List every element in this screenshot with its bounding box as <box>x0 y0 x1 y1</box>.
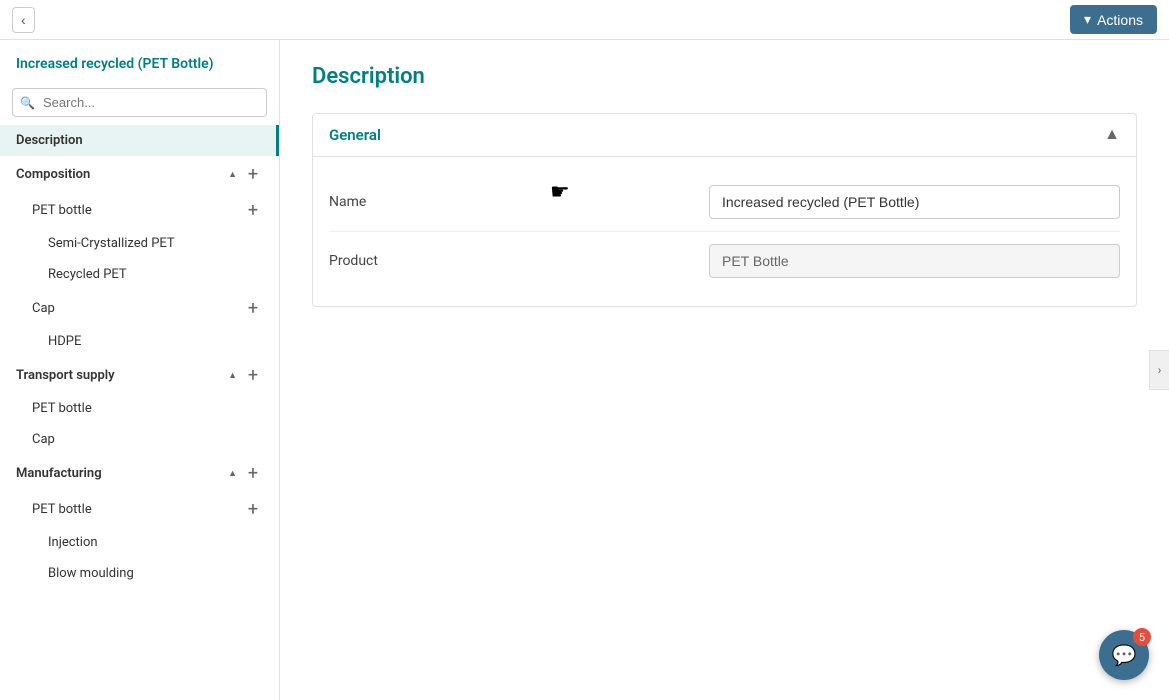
right-panel-toggle[interactable]: › <box>1149 350 1169 390</box>
search-input[interactable] <box>12 88 267 117</box>
chat-icon: 💬 <box>1112 643 1137 667</box>
sidebar-item-transport-supply[interactable]: Transport supply▲+ <box>0 357 279 393</box>
sidebar-item-label-injection: Injection <box>48 535 98 550</box>
sidebar-item-cap-1[interactable]: Cap + <box>0 290 279 326</box>
chevron-transport-supply-icon: ▲ <box>228 370 237 381</box>
sidebar-item-composition[interactable]: Composition▲+ <box>0 156 279 192</box>
sidebar-nav: DescriptionComposition▲+PET bottle+Semi-… <box>0 125 279 589</box>
plus-button-cap-1[interactable]: + <box>243 298 263 318</box>
sidebar-item-label-semi-crystallized-pet: Semi-Crystallized PET <box>48 236 175 251</box>
sidebar-item-cap-2[interactable]: Cap <box>0 424 279 455</box>
section-body-general: Name Product <box>313 157 1136 306</box>
sidebar-item-label-blow-moulding: Blow moulding <box>48 566 134 581</box>
sidebar-item-label-pet-bottle-3: PET bottle <box>32 502 92 517</box>
sidebar-title: Increased recycled (PET Bottle) <box>0 40 279 80</box>
form-row-1: Product <box>329 232 1120 290</box>
topbar-right: ▾ Actions <box>1070 5 1157 34</box>
actions-chevron-icon: ▾ <box>1084 11 1091 28</box>
form-label-0: Name <box>329 194 709 210</box>
sidebar-item-label-recycled-pet: Recycled PET <box>48 267 127 282</box>
form-input-1 <box>709 244 1120 278</box>
sidebar-item-semi-crystallized-pet[interactable]: Semi-Crystallized PET <box>0 228 279 259</box>
plus-button-composition[interactable]: + <box>243 164 263 184</box>
page-title: Description <box>312 64 1137 89</box>
topbar-left: ‹ <box>12 7 35 33</box>
sidebar-item-manufacturing[interactable]: Manufacturing▲+ <box>0 455 279 491</box>
chevron-composition-icon: ▲ <box>228 169 237 180</box>
form-label-1: Product <box>329 253 709 269</box>
sidebar-item-label-transport-supply: Transport supply <box>16 368 115 383</box>
actions-button[interactable]: ▾ Actions <box>1070 5 1157 34</box>
sidebar-item-recycled-pet[interactable]: Recycled PET <box>0 259 279 290</box>
chevron-manufacturing-icon: ▲ <box>228 468 237 479</box>
form-input-0[interactable] <box>709 185 1120 219</box>
sidebar-item-label-composition: Composition <box>16 167 90 182</box>
section-collapse-button-general[interactable]: ▲ <box>1104 126 1120 144</box>
sidebar-item-right-transport-supply: ▲+ <box>228 365 263 385</box>
back-icon: ‹ <box>21 12 26 28</box>
section-title-general: General <box>329 126 381 144</box>
main-layout: Increased recycled (PET Bottle) 🔍 Descri… <box>0 40 1169 700</box>
sidebar-item-right-composition: ▲+ <box>228 164 263 184</box>
form-value-1 <box>709 244 1120 278</box>
sidebar-item-injection[interactable]: Injection <box>0 527 279 558</box>
sidebar: Increased recycled (PET Bottle) 🔍 Descri… <box>0 40 280 700</box>
section-header-general[interactable]: General ▲ <box>313 114 1136 157</box>
sidebar-item-right-manufacturing: ▲+ <box>228 463 263 483</box>
sidebar-item-right-cap-1: + <box>243 298 263 318</box>
sidebar-item-pet-bottle-1[interactable]: PET bottle + <box>0 192 279 228</box>
back-button[interactable]: ‹ <box>12 7 35 33</box>
plus-button-manufacturing[interactable]: + <box>243 463 263 483</box>
sections-container: General ▲ Name Product <box>312 113 1137 307</box>
content-area: ☛ Description General▲NameProduct › <box>280 40 1169 700</box>
right-panel-chevron-icon: › <box>1158 363 1162 377</box>
plus-button-transport-supply[interactable]: + <box>243 365 263 385</box>
plus-button-pet-bottle-3[interactable]: + <box>243 499 263 519</box>
section-general: General ▲ Name Product <box>312 113 1137 307</box>
sidebar-item-label-hdpe: HDPE <box>48 334 81 349</box>
sidebar-search-wrapper: 🔍 <box>0 80 279 125</box>
search-icon: 🔍 <box>20 96 35 110</box>
sidebar-item-label-cap-1: Cap <box>32 301 55 316</box>
sidebar-item-label-pet-bottle-1: PET bottle <box>32 203 92 218</box>
chat-button[interactable]: 💬 5 <box>1099 630 1149 680</box>
plus-button-pet-bottle-1[interactable]: + <box>243 200 263 220</box>
topbar: ‹ ▾ Actions <box>0 0 1169 40</box>
sidebar-item-label-pet-bottle-2: PET bottle <box>32 401 92 416</box>
form-value-0 <box>709 185 1120 219</box>
form-row-0: Name <box>329 173 1120 232</box>
sidebar-item-hdpe[interactable]: HDPE <box>0 326 279 357</box>
sidebar-item-description[interactable]: Description <box>0 125 279 156</box>
sidebar-item-label-manufacturing: Manufacturing <box>16 466 102 481</box>
chat-badge: 5 <box>1133 628 1151 646</box>
sidebar-item-right-pet-bottle-1: + <box>243 200 263 220</box>
actions-label: Actions <box>1097 12 1143 28</box>
sidebar-item-blow-moulding[interactable]: Blow moulding <box>0 558 279 589</box>
sidebar-item-label-description: Description <box>16 133 83 148</box>
sidebar-item-pet-bottle-2[interactable]: PET bottle <box>0 393 279 424</box>
sidebar-item-right-pet-bottle-3: + <box>243 499 263 519</box>
sidebar-item-pet-bottle-3[interactable]: PET bottle + <box>0 491 279 527</box>
sidebar-item-label-cap-2: Cap <box>32 432 55 447</box>
